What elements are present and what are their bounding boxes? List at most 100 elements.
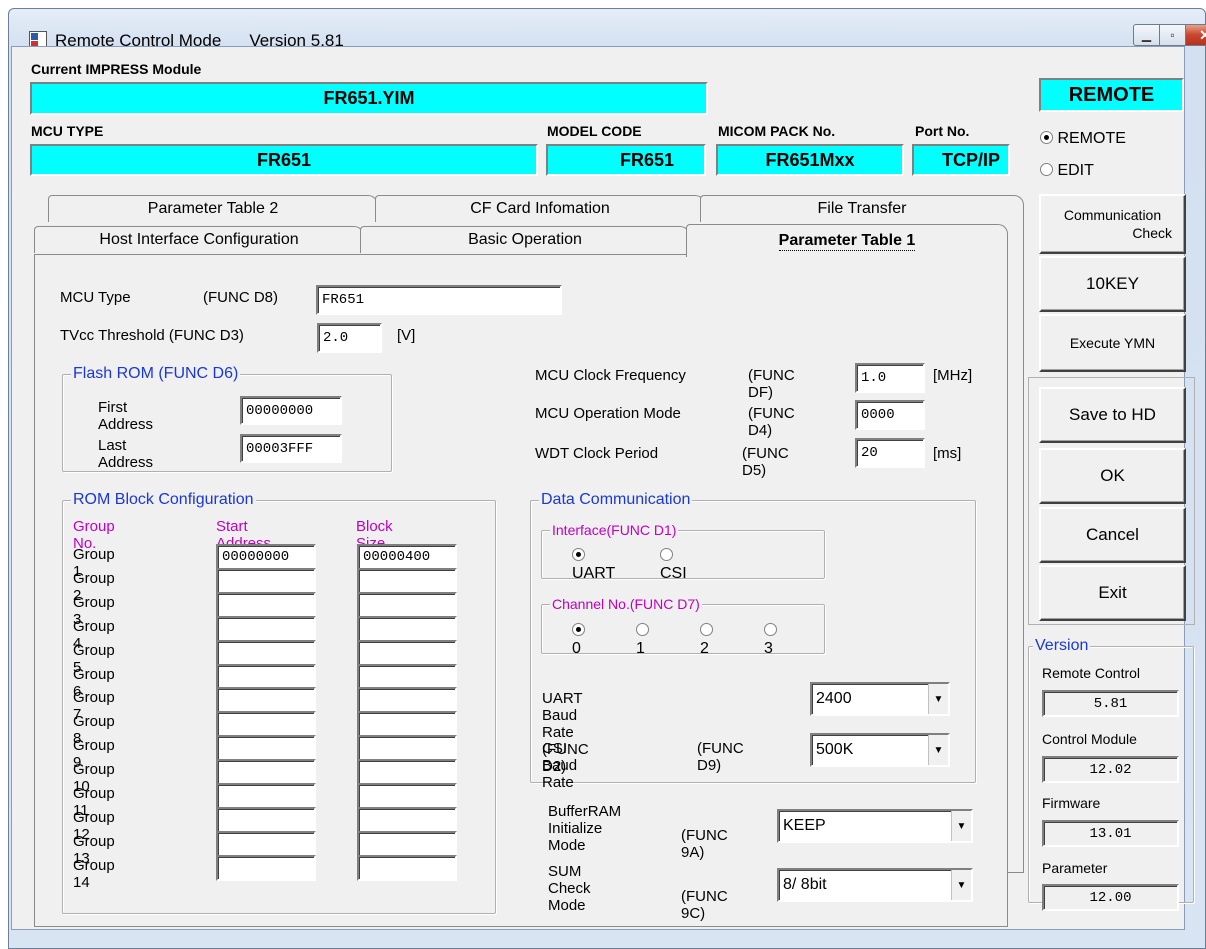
first-address-label: First Address — [98, 399, 154, 433]
minimize-button[interactable]: ▁ — [1133, 24, 1160, 46]
op-mode-input[interactable]: 0000 — [855, 400, 925, 430]
block-size-input[interactable] — [357, 640, 457, 666]
channel-1-label: 1 — [636, 640, 645, 657]
tab-parameter-table-1[interactable]: Parameter Table 1 — [686, 224, 1008, 257]
block-size-input[interactable] — [357, 759, 457, 785]
uart-baud-value: 2400 — [816, 690, 852, 707]
uart-baud-select[interactable]: 2400 ▼ — [810, 682, 950, 716]
sum-check-select[interactable]: 8/ 8bit ▼ — [777, 868, 973, 902]
execute-ymn-label: Execute YMN — [1069, 335, 1156, 351]
tvcc-input[interactable]: 2.0 — [317, 323, 382, 353]
channel-1-dot[interactable] — [636, 623, 649, 636]
wdt-unit: [ms] — [933, 445, 962, 462]
channel-0-dot[interactable] — [572, 623, 585, 636]
block-size-input[interactable] — [357, 616, 457, 642]
start-address-input[interactable] — [216, 807, 316, 833]
ok-label: OK — [1100, 466, 1125, 485]
channel-3-label: 3 — [764, 640, 773, 657]
remote-radio-dot[interactable] — [1040, 131, 1053, 144]
csi-baud-label: CSI Baud Rate — [542, 740, 578, 791]
start-address-input[interactable] — [216, 855, 316, 881]
start-address-input[interactable] — [216, 735, 316, 761]
tab-label: CF Card Infomation — [470, 200, 610, 217]
tab-parameter-table-2[interactable]: Parameter Table 2 — [48, 195, 378, 222]
uart-radio[interactable]: UART — [572, 547, 615, 583]
channel-3-dot[interactable] — [764, 623, 777, 636]
csi-radio-dot[interactable] — [660, 548, 673, 561]
port-label: Port No. — [915, 123, 970, 139]
block-size-input[interactable] — [357, 711, 457, 737]
edit-radio[interactable]: EDIT — [1040, 162, 1094, 180]
buffer-ram-select[interactable]: KEEP ▼ — [777, 809, 973, 843]
maximize-icon: ▫ — [1170, 28, 1175, 42]
cancel-button[interactable]: Cancel — [1039, 507, 1186, 563]
csi-radio[interactable]: CSI — [660, 547, 687, 583]
maximize-button[interactable]: ▫ — [1159, 24, 1186, 46]
channel-0-label: 0 — [572, 640, 581, 657]
channel-0-radio[interactable]: 0 — [572, 622, 585, 658]
tab-label: Parameter Table 1 — [778, 231, 916, 251]
op-mode-label: MCU Operation Mode — [535, 405, 681, 422]
start-address-input[interactable] — [216, 687, 316, 713]
firmware-version-label: Firmware — [1042, 795, 1101, 811]
start-address-input[interactable]: 00000000 — [216, 544, 316, 570]
first-address-input[interactable]: 00000000 — [240, 396, 342, 425]
tenkey-button[interactable]: 10KEY — [1039, 256, 1186, 312]
chevron-down-icon[interactable]: ▼ — [951, 870, 971, 900]
remote-radio[interactable]: REMOTE — [1040, 130, 1126, 148]
chevron-down-icon[interactable]: ▼ — [951, 811, 971, 841]
tab-file-transfer[interactable]: File Transfer — [700, 195, 1024, 222]
block-size-input[interactable] — [357, 568, 457, 594]
chevron-down-icon[interactable]: ▼ — [928, 684, 948, 714]
wdt-label: WDT Clock Period — [535, 445, 659, 462]
buffer-ram-func: (FUNC 9A) — [681, 827, 728, 861]
chevron-down-icon[interactable]: ▼ — [928, 735, 948, 765]
exit-button[interactable]: Exit — [1039, 565, 1186, 621]
mcu-type-param-func: (FUNC D8) — [203, 289, 278, 306]
start-address-input[interactable] — [216, 759, 316, 785]
start-address-input[interactable] — [216, 616, 316, 642]
tab-cf-card[interactable]: CF Card Infomation — [375, 195, 705, 222]
channel-title: Channel No.(FUNC D7) — [550, 596, 702, 612]
clock-freq-input[interactable]: 1.0 — [855, 363, 925, 393]
uart-radio-dot[interactable] — [572, 548, 585, 561]
ok-button[interactable]: OK — [1039, 448, 1186, 504]
start-address-input[interactable] — [216, 783, 316, 809]
execute-ymn-button[interactable]: Execute YMN — [1039, 314, 1186, 372]
block-size-input[interactable] — [357, 831, 457, 857]
last-address-input[interactable]: 00003FFF — [240, 434, 342, 463]
channel-2-radio[interactable]: 2 — [700, 622, 713, 658]
block-size-input[interactable] — [357, 735, 457, 761]
start-address-input[interactable] — [216, 640, 316, 666]
block-size-input[interactable]: 00000400 — [357, 544, 457, 570]
edit-radio-dot[interactable] — [1040, 163, 1053, 176]
wdt-input[interactable]: 20 — [855, 438, 925, 468]
mode-badge: REMOTE — [1039, 78, 1184, 112]
parameter-version-label: Parameter — [1042, 860, 1108, 876]
block-size-input[interactable] — [357, 855, 457, 881]
tab-basic-operation[interactable]: Basic Operation — [360, 226, 690, 253]
clock-freq-func: (FUNC DF) — [748, 367, 795, 401]
start-address-input[interactable] — [216, 831, 316, 857]
tab-host-interface[interactable]: Host Interface Configuration — [34, 226, 364, 253]
start-address-input[interactable] — [216, 592, 316, 618]
clock-freq-label: MCU Clock Frequency — [535, 367, 686, 384]
mcu-type-param-input[interactable]: FR651 — [316, 285, 562, 315]
communication-check-button[interactable]: Communication Check — [1039, 194, 1186, 254]
channel-3-radio[interactable]: 3 — [764, 622, 777, 658]
block-size-input[interactable] — [357, 783, 457, 809]
block-size-input[interactable] — [357, 592, 457, 618]
save-to-hd-button[interactable]: Save to HD — [1039, 387, 1186, 443]
close-button[interactable]: ✕ — [1185, 24, 1206, 46]
comm-check-line2: Check — [1132, 225, 1172, 241]
block-size-input[interactable] — [357, 687, 457, 713]
csi-baud-select[interactable]: 500K ▼ — [810, 733, 950, 767]
channel-2-dot[interactable] — [700, 623, 713, 636]
remote-version-value: 5.81 — [1042, 690, 1179, 717]
block-size-input[interactable] — [357, 807, 457, 833]
start-address-input[interactable] — [216, 568, 316, 594]
uart-radio-label: UART — [572, 565, 616, 582]
start-address-input[interactable] — [216, 711, 316, 737]
channel-1-radio[interactable]: 1 — [636, 622, 649, 658]
module-field: FR651.YIM — [30, 82, 708, 115]
